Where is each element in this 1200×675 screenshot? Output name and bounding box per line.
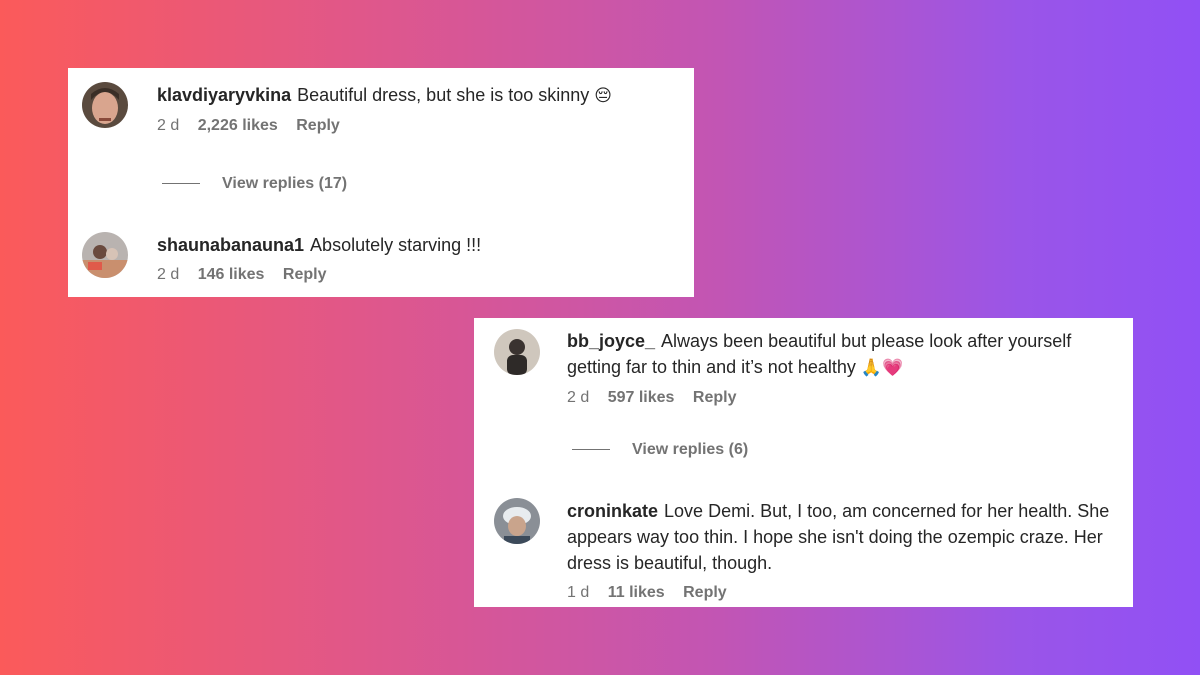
likes-count[interactable]: 2,226 likes [198,117,278,134]
comment-text: croninkate Love Demi. But, I too, am conc… [567,498,1123,576]
pray-heart-emoji-icon: 🙏💗 [860,358,904,378]
view-replies-label: View replies (6) [632,441,749,458]
timestamp: 2 d [567,389,590,406]
comment-meta: 2 d 146 likes Reply [157,266,684,284]
timestamp: 2 d [157,266,180,283]
comment-meta: 2 d 597 likes Reply [567,389,1123,407]
comment-text: klavdiyaryvkina Beautiful dress, but she … [157,82,684,109]
comment-meta: 1 d 11 likes Reply [567,584,1123,602]
reply-button[interactable]: Reply [296,117,340,134]
username[interactable]: croninkate [567,501,658,521]
comment-text: bb_joyce_ Always been beautiful but pleas… [567,328,1123,381]
view-replies-button[interactable]: View replies (17) [162,175,347,193]
username[interactable]: klavdiyaryvkina [157,85,291,105]
comment-card-bottom: bb_joyce_ Always been beautiful but pleas… [474,318,1133,607]
timestamp: 1 d [567,584,590,601]
view-replies-label: View replies (17) [222,175,348,192]
view-replies-button[interactable]: View replies (6) [572,441,748,459]
comment-meta: 2 d 2,226 likes Reply [157,117,684,135]
likes-count[interactable]: 597 likes [608,389,675,406]
avatar[interactable] [82,232,128,278]
divider-line [162,183,200,185]
comment-body: Beautiful dress, but she is too skinny [297,85,590,105]
likes-count[interactable]: 11 likes [608,584,665,601]
reply-button[interactable]: Reply [683,584,727,601]
comment-card-top: klavdiyaryvkina Beautiful dress, but she … [68,68,694,297]
pensive-face-emoji-icon: 😔 [594,86,613,106]
comment-text: shaunabanauna1 Absolutely starving !!! [157,232,684,258]
reply-button[interactable]: Reply [693,389,737,406]
avatar[interactable] [494,329,540,375]
username[interactable]: shaunabanauna1 [157,235,304,255]
avatar[interactable] [494,498,540,544]
comment-body: Absolutely starving !!! [310,235,482,255]
divider-line [572,449,610,451]
avatar[interactable] [82,82,128,128]
likes-count[interactable]: 146 likes [198,266,265,283]
username[interactable]: bb_joyce_ [567,331,655,351]
timestamp: 2 d [157,117,180,134]
reply-button[interactable]: Reply [283,266,327,283]
